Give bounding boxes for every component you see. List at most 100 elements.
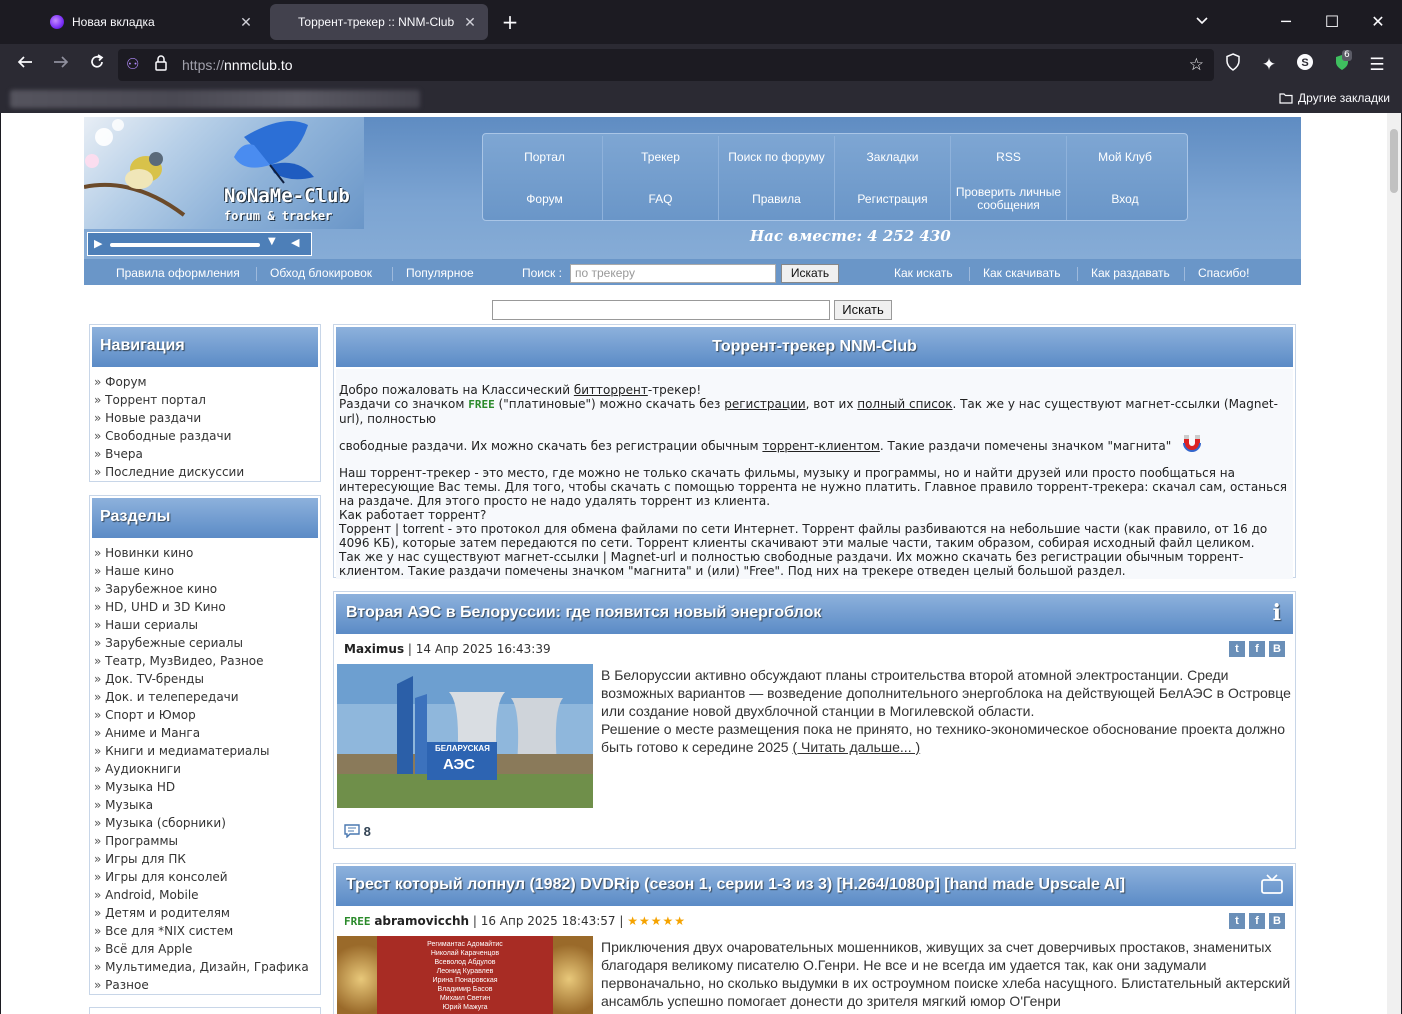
vk-icon[interactable]: B bbox=[1269, 641, 1285, 657]
news-image[interactable]: БЕЛАРУСКАЯ АЭС bbox=[337, 664, 593, 808]
tracker-search-input[interactable]: по трекеру bbox=[570, 264, 776, 283]
forward-button[interactable] bbox=[49, 53, 73, 77]
menu-register[interactable]: Регистрация bbox=[835, 178, 951, 220]
menu-check-messages[interactable]: Проверить личные сообщения bbox=[951, 178, 1067, 220]
vk-icon[interactable]: B bbox=[1269, 913, 1285, 929]
sidebar-section-item[interactable]: » Разное bbox=[94, 976, 320, 994]
tab-nnm-club[interactable]: Торрент-трекер :: NNM-Club ✕ bbox=[270, 4, 488, 40]
sidebar-section-item[interactable]: » Всё для Apple bbox=[94, 940, 320, 958]
sidebar-section-item[interactable]: » Зарубежные сериалы bbox=[94, 634, 320, 652]
permissions-icon[interactable]: ⚇ bbox=[126, 55, 139, 73]
link-full-list[interactable]: полный список bbox=[857, 397, 952, 411]
close-icon[interactable]: ✕ bbox=[238, 14, 254, 31]
comments-count[interactable]: 8 bbox=[344, 824, 371, 839]
news-title[interactable]: Трест который лопнул (1982) DVDRip (сезо… bbox=[336, 866, 1293, 906]
news-author[interactable]: abramovicchh bbox=[374, 914, 469, 928]
read-more-link[interactable]: ( Читать дальше... ) bbox=[792, 739, 920, 755]
sidebar-section-item[interactable]: » Музыка (сборники) bbox=[94, 814, 320, 832]
sidebar-section-item[interactable]: » Программы bbox=[94, 832, 320, 850]
sidebar-section-item[interactable]: » Музыка HD bbox=[94, 778, 320, 796]
menu-portal[interactable]: Портал bbox=[487, 136, 603, 178]
scrollbar-thumb[interactable] bbox=[1390, 129, 1398, 193]
window-close-button[interactable]: ✕ bbox=[1366, 10, 1390, 34]
menu-forum-search[interactable]: Поиск по форуму bbox=[719, 136, 835, 178]
link-bittorrent[interactable]: биттоppент bbox=[574, 383, 648, 397]
sidebar-section-item[interactable]: » Детям и родителям bbox=[94, 904, 320, 922]
link-posting-rules[interactable]: Правила оформления bbox=[116, 266, 240, 280]
sidebar-section-item[interactable]: » Новинки кино bbox=[94, 544, 320, 562]
menu-my-club[interactable]: Мой Клуб bbox=[1067, 136, 1183, 178]
sidebar-section-item[interactable]: » HD, UHD и 3D Кино bbox=[94, 598, 320, 616]
page-scrollbar[interactable] bbox=[1387, 113, 1401, 1014]
main-search-button[interactable]: Искать bbox=[834, 300, 892, 320]
menu-login[interactable]: Вход bbox=[1067, 178, 1183, 220]
sidebar-item-free[interactable]: » Свободные раздачи bbox=[94, 427, 320, 445]
link-torrent-client[interactable]: торрент-клиентом bbox=[762, 439, 879, 453]
sidebar-section-item[interactable]: » Игры для консолей bbox=[94, 868, 320, 886]
sidebar-item-forum[interactable]: » Форум bbox=[94, 373, 320, 391]
facebook-icon[interactable]: f bbox=[1249, 913, 1265, 929]
play-icon[interactable]: ▶ bbox=[94, 237, 102, 250]
link-registration[interactable]: регистрации bbox=[724, 397, 805, 411]
twitter-icon[interactable]: t bbox=[1229, 913, 1245, 929]
reload-button[interactable] bbox=[85, 53, 109, 77]
news-title[interactable]: Вторая АЭС в Белоруссии: где появится но… bbox=[336, 594, 1293, 634]
sidebar-section-item[interactable]: » Игры для ПК bbox=[94, 850, 320, 868]
sidebar-section-item[interactable]: » Музыка bbox=[94, 796, 320, 814]
sidebar-item-yesterday[interactable]: » Вчера bbox=[94, 445, 320, 463]
shield-icon[interactable] bbox=[1221, 53, 1245, 77]
sidebar-item-new[interactable]: » Новые раздачи bbox=[94, 409, 320, 427]
chevron-down-icon[interactable]: ▼ bbox=[268, 236, 276, 247]
link-thanks[interactable]: Спасибо! bbox=[1198, 266, 1249, 280]
menu-rules[interactable]: Правила bbox=[719, 178, 835, 220]
extension-shield-badge-icon[interactable]: 6 bbox=[1330, 50, 1354, 77]
link-how-to-download[interactable]: Как скачивать bbox=[983, 266, 1061, 280]
url-bar[interactable]: ⚇ https://nnmclub.to ☆ bbox=[118, 49, 1214, 81]
sidebar-section-item[interactable]: » Наши сериалы bbox=[94, 616, 320, 634]
extension-s-icon[interactable]: S bbox=[1293, 53, 1317, 77]
facebook-icon[interactable]: f bbox=[1249, 641, 1265, 657]
tracker-search-button[interactable]: Искать bbox=[781, 264, 839, 283]
link-bypass-blocks[interactable]: Обход блокировок bbox=[270, 266, 372, 280]
sidebar-section-item[interactable]: » Зарубежное кино bbox=[94, 580, 320, 598]
maximize-button[interactable]: ☐ bbox=[1320, 10, 1344, 34]
lock-icon[interactable] bbox=[154, 54, 168, 76]
sidebar-section-item[interactable]: » Android, Mobile bbox=[94, 886, 320, 904]
sidebar-section-item[interactable]: » Док. и телепередачи bbox=[94, 688, 320, 706]
sidebar-section-item[interactable]: » Док. TV-бренды bbox=[94, 670, 320, 688]
main-search-input[interactable] bbox=[492, 300, 830, 320]
sidebar-item-portal[interactable]: » Торрент портал bbox=[94, 391, 320, 409]
menu-bookmarks[interactable]: Закладки bbox=[835, 136, 951, 178]
sidebar-section-item[interactable]: » Аудиокниги bbox=[94, 760, 320, 778]
sidebar-section-item[interactable]: » Мультимедиа, Дизайн, Графика bbox=[94, 958, 320, 976]
sidebar-section-item[interactable]: » Театр, МузВидео, Разное bbox=[94, 652, 320, 670]
logo[interactable]: NoNaMe-Club forum & tracker bbox=[84, 117, 364, 229]
other-bookmarks[interactable]: Другие закладки bbox=[1279, 91, 1390, 105]
new-tab-button[interactable]: + bbox=[498, 10, 522, 34]
sidebar-item-latest[interactable]: » Последние дискуссии bbox=[94, 463, 320, 481]
audio-player[interactable]: ▶ ▼ ◀ bbox=[87, 232, 312, 256]
link-popular[interactable]: Популярное bbox=[406, 266, 474, 280]
tab-new-tab[interactable]: Новая вкладка ✕ bbox=[40, 4, 264, 40]
menu-tracker[interactable]: Трекер bbox=[603, 136, 719, 178]
menu-icon[interactable]: ☰ bbox=[1365, 53, 1389, 77]
link-how-to-seed[interactable]: Как раздавать bbox=[1091, 266, 1170, 280]
news-author[interactable]: Maximus bbox=[344, 642, 404, 656]
sidebar-section-item[interactable]: » Аниме и Манга bbox=[94, 724, 320, 742]
sidebar-section-item[interactable]: » Спорт и Юмор bbox=[94, 706, 320, 724]
back-button[interactable] bbox=[13, 53, 37, 77]
tab-list-button[interactable] bbox=[1190, 10, 1214, 34]
menu-faq[interactable]: FAQ bbox=[603, 178, 719, 220]
extension-sparkle-icon[interactable]: ✦ bbox=[1257, 53, 1281, 77]
sidebar-section-item[interactable]: » Книги и медиаматериалы bbox=[94, 742, 320, 760]
player-progress-bar[interactable] bbox=[110, 243, 260, 247]
menu-forum[interactable]: Форум bbox=[487, 178, 603, 220]
volume-icon[interactable]: ◀ bbox=[291, 236, 299, 249]
minimize-button[interactable]: ─ bbox=[1274, 10, 1298, 34]
sidebar-section-item[interactable]: » Наше кино bbox=[94, 562, 320, 580]
menu-rss[interactable]: RSS bbox=[951, 136, 1067, 178]
link-how-to-search[interactable]: Как искать bbox=[894, 266, 953, 280]
close-icon[interactable]: ✕ bbox=[462, 14, 478, 31]
twitter-icon[interactable]: t bbox=[1229, 641, 1245, 657]
news-poster[interactable]: Регимантас Адомайтис Николай Караченцов Вс… bbox=[337, 936, 593, 1014]
